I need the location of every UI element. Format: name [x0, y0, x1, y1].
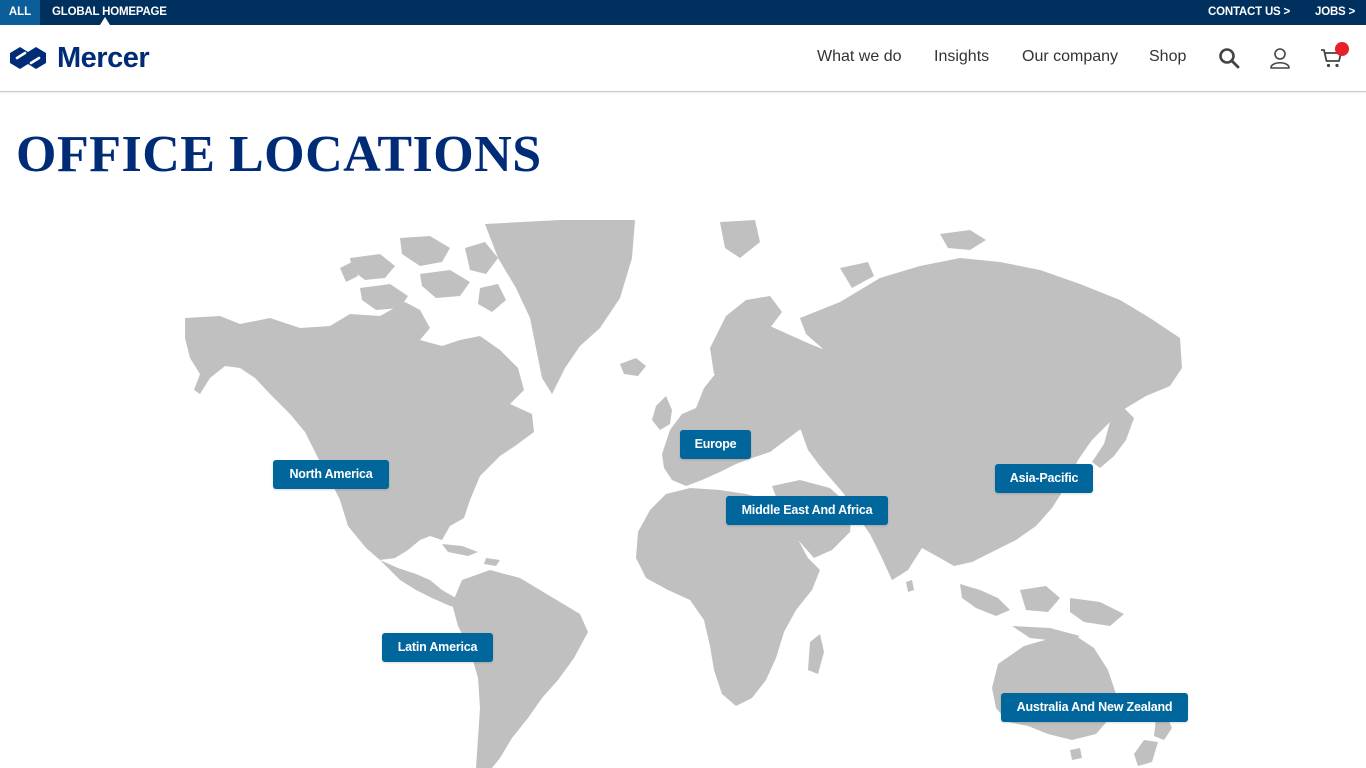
logo-wordmark: Mercer — [57, 42, 150, 74]
nav-shop[interactable]: Shop — [1149, 47, 1186, 67]
jobs-link[interactable]: JOBS > — [1315, 0, 1355, 25]
nav-our-company[interactable]: Our company — [1022, 47, 1118, 67]
main-header: Mercer What we do Insights Our company S… — [0, 25, 1366, 92]
region-north-america-button[interactable]: North America — [273, 460, 389, 489]
region-europe-button[interactable]: Europe — [680, 430, 751, 459]
map-australia — [992, 636, 1116, 740]
mercer-logo-icon — [10, 47, 46, 69]
region-middle-east-africa-button[interactable]: Middle East And Africa — [726, 496, 888, 525]
mercer-logo[interactable]: Mercer — [8, 42, 150, 74]
cart-badge — [1335, 42, 1349, 56]
utility-all-link[interactable]: ALL — [0, 0, 40, 25]
map-central-america — [380, 560, 462, 608]
map-south-america — [452, 570, 588, 768]
page-title: OFFICE LOCATIONS — [16, 126, 542, 183]
utility-bar: ALL GLOBAL HOMEPAGE CONTACT US > JOBS > — [0, 0, 1366, 25]
active-indicator-caret — [100, 17, 110, 25]
region-australia-nz-button[interactable]: Australia And New Zealand — [1001, 693, 1188, 722]
user-icon[interactable] — [1268, 46, 1292, 70]
map-north-america — [185, 302, 534, 560]
region-latin-america-button[interactable]: Latin America — [382, 633, 493, 662]
search-icon[interactable] — [1217, 46, 1241, 70]
world-map — [185, 220, 1182, 768]
contact-us-link[interactable]: CONTACT US > — [1208, 0, 1290, 25]
nav-insights[interactable]: Insights — [934, 47, 989, 67]
nav-what-we-do[interactable]: What we do — [817, 47, 901, 67]
region-asia-pacific-button[interactable]: Asia-Pacific — [995, 464, 1093, 493]
